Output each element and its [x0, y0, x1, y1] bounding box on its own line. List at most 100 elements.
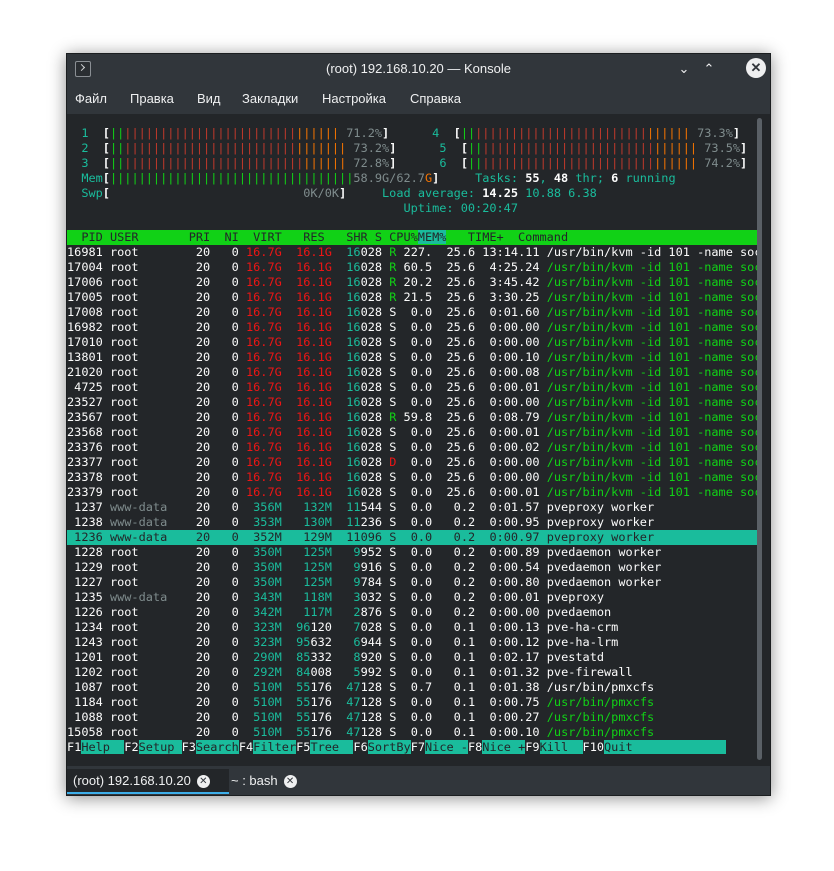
fkey-label-f1[interactable]: Help: [81, 740, 125, 754]
cpu-mem-time: 0.0 0.1 0:01.32: [396, 665, 540, 679]
fkey-label-f5[interactable]: Tree: [310, 740, 354, 754]
shr-thousands: 5: [339, 665, 361, 679]
title-bar[interactable]: (root) 192.168.10.20 — Konsole ⌄ ⌃ ✕: [67, 54, 770, 84]
header-columns[interactable]: PID USER PRI NI VIRT RES SHR S CPU%: [67, 230, 417, 244]
process-row[interactable]: 15058 root 20 0 510M 55176 47128 S 0.0 0…: [67, 725, 757, 740]
process-row[interactable]: 21020 root 20 0 16.7G 16.1G 16028 S 0.0 …: [67, 365, 757, 380]
cpu-bar-virt: ||||||: [646, 126, 690, 140]
res: 16.1G: [288, 290, 332, 304]
fkey-f3[interactable]: F3: [182, 740, 196, 754]
process-row[interactable]: 17010 root 20 0 16.7G 16.1G 16028 S 0.0 …: [67, 335, 757, 350]
pri-ni: 20 0: [174, 440, 246, 454]
fkey-label-f2[interactable]: Setup: [138, 740, 182, 754]
fkey-f10[interactable]: F10: [583, 740, 604, 754]
header-sorted-column[interactable]: MEM%: [417, 230, 447, 244]
process-row[interactable]: 1236 www-data 20 0 352M 129M 11096 S 0.0…: [67, 530, 757, 545]
terminal-area[interactable]: 1 [|||||||||||||||||||||||||||||||| 71.2…: [67, 114, 757, 764]
process-row[interactable]: 1202 root 20 0 292M 84008 5992 S 0.0 0.1…: [67, 665, 757, 680]
process-row[interactable]: 13801 root 20 0 16.7G 16.1G 16028 S 0.0 …: [67, 350, 757, 365]
fkey-label-f8[interactable]: Nice +: [482, 740, 526, 754]
fkey-f8[interactable]: F8: [468, 740, 482, 754]
process-row[interactable]: 1184 root 20 0 510M 55176 47128 S 0.0 0.…: [67, 695, 757, 710]
cpu-mem-time: 0.0 25.6 0:00.00: [396, 320, 540, 334]
fkey-f9[interactable]: F9: [525, 740, 539, 754]
shr-units: 920: [360, 650, 383, 664]
process-row[interactable]: 23379 root 20 0 16.7G 16.1G 16028 S 0.0 …: [67, 485, 757, 500]
fkey-f2[interactable]: F2: [124, 740, 138, 754]
fkey-f1[interactable]: F1: [67, 740, 81, 754]
process-row[interactable]: 23378 root 20 0 16.7G 16.1G 16028 S 0.0 …: [67, 470, 757, 485]
shr-thousands: 16: [339, 440, 361, 454]
process-row[interactable]: 1234 root 20 0 323M 96120 7028 S 0.0 0.1…: [67, 620, 757, 635]
process-row[interactable]: 17005 root 20 0 16.7G 16.1G 16028 R 21.5…: [67, 290, 757, 305]
sep: [332, 575, 339, 589]
process-row[interactable]: 16982 root 20 0 16.7G 16.1G 16028 S 0.0 …: [67, 320, 757, 335]
fkey-label-f7[interactable]: Nice -: [425, 740, 468, 754]
minimize-button[interactable]: ⌄: [674, 59, 694, 79]
cpu-mem-time: 20.2 25.6 3:45.42: [396, 275, 540, 289]
fkey-f7[interactable]: F7: [411, 740, 425, 754]
cpu-bracket: [: [460, 156, 468, 170]
process-row[interactable]: 1238 www-data 20 0 353M 130M 11236 S 0.0…: [67, 515, 757, 530]
res-units: 176: [310, 710, 332, 724]
menu-edit[interactable]: Правка: [130, 91, 174, 106]
process-row[interactable]: 1088 root 20 0 510M 55176 47128 S 0.0 0.…: [67, 710, 757, 725]
fkey-label-f9[interactable]: Kill: [539, 740, 583, 754]
maximize-button[interactable]: ⌃: [699, 59, 719, 79]
fkey-f6[interactable]: F6: [353, 740, 367, 754]
menu-settings[interactable]: Настройка: [322, 91, 386, 106]
tab-bash-session[interactable]: ~ : bash ✕: [225, 769, 321, 792]
process-row[interactable]: 23567 root 20 0 16.7G 16.1G 16028 R 59.8…: [67, 410, 757, 425]
pri-ni: 20 0: [174, 470, 246, 484]
process-row[interactable]: 1087 root 20 0 510M 55176 47128 S 0.7 0.…: [67, 680, 757, 695]
res: 129M: [288, 530, 332, 544]
sep: [282, 605, 289, 619]
process-row[interactable]: 23527 root 20 0 16.7G 16.1G 16028 S 0.0 …: [67, 395, 757, 410]
close-button[interactable]: ✕: [746, 58, 766, 78]
pid: 4725: [67, 380, 110, 394]
shr-units: 916: [360, 560, 383, 574]
menu-bookmarks[interactable]: Закладки: [242, 91, 298, 106]
menu-file[interactable]: Файл: [75, 91, 107, 106]
tab-close-icon[interactable]: ✕: [283, 775, 297, 789]
fkey-label-f6[interactable]: SortBy: [367, 740, 411, 754]
menu-view[interactable]: Вид: [197, 91, 221, 106]
fkey-label-f4[interactable]: Filter: [253, 740, 297, 754]
process-row[interactable]: 1228 root 20 0 350M 125M 9952 S 0.0 0.2 …: [67, 545, 757, 560]
process-row[interactable]: 17006 root 20 0 16.7G 16.1G 16028 R 20.2…: [67, 275, 757, 290]
fkey-label-f3[interactable]: Search: [195, 740, 239, 754]
process-row[interactable]: 1226 root 20 0 342M 117M 2876 S 0.0 0.2 …: [67, 605, 757, 620]
header-columns[interactable]: TIME+ Command: [446, 230, 757, 244]
process-row[interactable]: 1229 root 20 0 350M 125M 9916 S 0.0 0.2 …: [67, 560, 757, 575]
process-row[interactable]: 23376 root 20 0 16.7G 16.1G 16028 S 0.0 …: [67, 440, 757, 455]
tab-root-session[interactable]: (root) 192.168.10.20 ✕: [67, 769, 229, 794]
shr-thousands: 47: [339, 725, 361, 739]
tasks-sep: ,: [539, 171, 554, 185]
pid: 23567: [67, 410, 110, 424]
process-row[interactable]: 16981 root 20 0 16.7G 16.1G 16028 R 227.…: [67, 245, 757, 260]
virt: 292M: [245, 665, 282, 679]
fkey-label-f10[interactable]: Quit: [604, 740, 633, 754]
process-row[interactable]: 23377 root 20 0 16.7G 16.1G 16028 D 0.0 …: [67, 455, 757, 470]
process-row[interactable]: 17004 root 20 0 16.7G 16.1G 16028 R 60.5…: [67, 260, 757, 275]
shr-thousands: 16: [339, 455, 361, 469]
user: root: [109, 365, 175, 379]
res: 117M: [288, 605, 332, 619]
shr-thousands: 9: [339, 545, 361, 559]
fkey-f5[interactable]: F5: [296, 740, 310, 754]
process-row[interactable]: 1235 www-data 20 0 343M 118M 3032 S 0.0 …: [67, 590, 757, 605]
process-row[interactable]: 17008 root 20 0 16.7G 16.1G 16028 S 0.0 …: [67, 305, 757, 320]
process-row[interactable]: 1237 www-data 20 0 356M 132M 11544 S 0.0…: [67, 500, 757, 515]
process-row[interactable]: 1227 root 20 0 350M 125M 9784 S 0.0 0.2 …: [67, 575, 757, 590]
process-row[interactable]: 1243 root 20 0 323M 95632 6944 S 0.0 0.1…: [67, 635, 757, 650]
user: root: [109, 335, 175, 349]
sep: [282, 275, 289, 289]
process-row[interactable]: 1201 root 20 0 290M 85332 8920 S 0.0 0.1…: [67, 650, 757, 665]
sep: [282, 515, 289, 529]
terminal-scrollbar[interactable]: [757, 118, 762, 760]
process-row[interactable]: 23568 root 20 0 16.7G 16.1G 16028 S 0.0 …: [67, 425, 757, 440]
tab-close-icon[interactable]: ✕: [196, 775, 210, 789]
menu-help[interactable]: Справка: [410, 91, 461, 106]
fkey-f4[interactable]: F4: [239, 740, 253, 754]
process-row[interactable]: 4725 root 20 0 16.7G 16.1G 16028 S 0.0 2…: [67, 380, 757, 395]
